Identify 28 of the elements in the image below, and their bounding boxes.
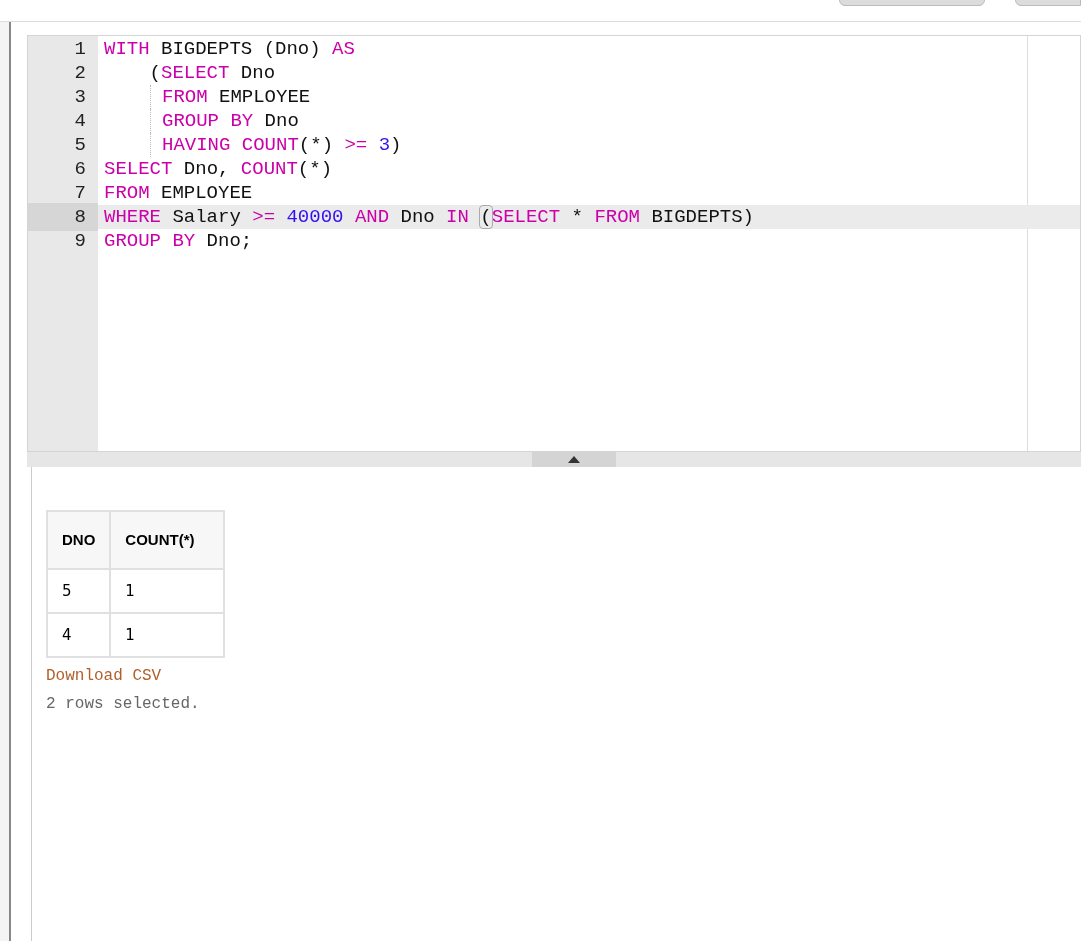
column-header: COUNT(*) <box>110 511 225 569</box>
code-line: (SELECT Dno <box>148 61 276 85</box>
table-cell: 1 <box>110 569 225 613</box>
caret-up-icon <box>568 456 580 463</box>
code-line: FROM EMPLOYEE <box>162 85 311 109</box>
splitter-handle[interactable] <box>532 452 616 467</box>
code-line: FROM EMPLOYEE <box>104 181 253 205</box>
code-line: GROUP BY Dno; <box>104 229 253 253</box>
line-number: 5 <box>73 132 86 158</box>
code-line: HAVING COUNT(*) >= 3) <box>162 133 402 157</box>
status-text: 2 rows selected. <box>46 694 201 715</box>
code-line: GROUP BY Dno <box>162 109 299 133</box>
line-number: 8 <box>28 202 98 232</box>
column-header: DNO <box>47 511 111 569</box>
table-cell: 5 <box>47 569 111 613</box>
table-cell: 1 <box>110 613 225 657</box>
code-line: SELECT Dno, COUNT(*) <box>104 157 333 181</box>
line-number: 4 <box>73 108 86 134</box>
line-number: 3 <box>73 84 86 110</box>
toolbar-button[interactable] <box>1015 0 1081 6</box>
code-line: WHERE Salary >= 40000 AND Dno IN (SELECT * FROM BIGDEPTS) <box>104 205 754 229</box>
code-line: WITH BIGDEPTS (Dno) AS <box>104 37 355 61</box>
line-number: 2 <box>73 60 86 86</box>
toolbar-button[interactable] <box>839 0 985 6</box>
line-number: 6 <box>73 156 86 182</box>
download-csv-link[interactable]: Download CSV <box>46 667 162 685</box>
line-number: 1 <box>73 36 86 62</box>
table-cell: 4 <box>47 613 111 657</box>
